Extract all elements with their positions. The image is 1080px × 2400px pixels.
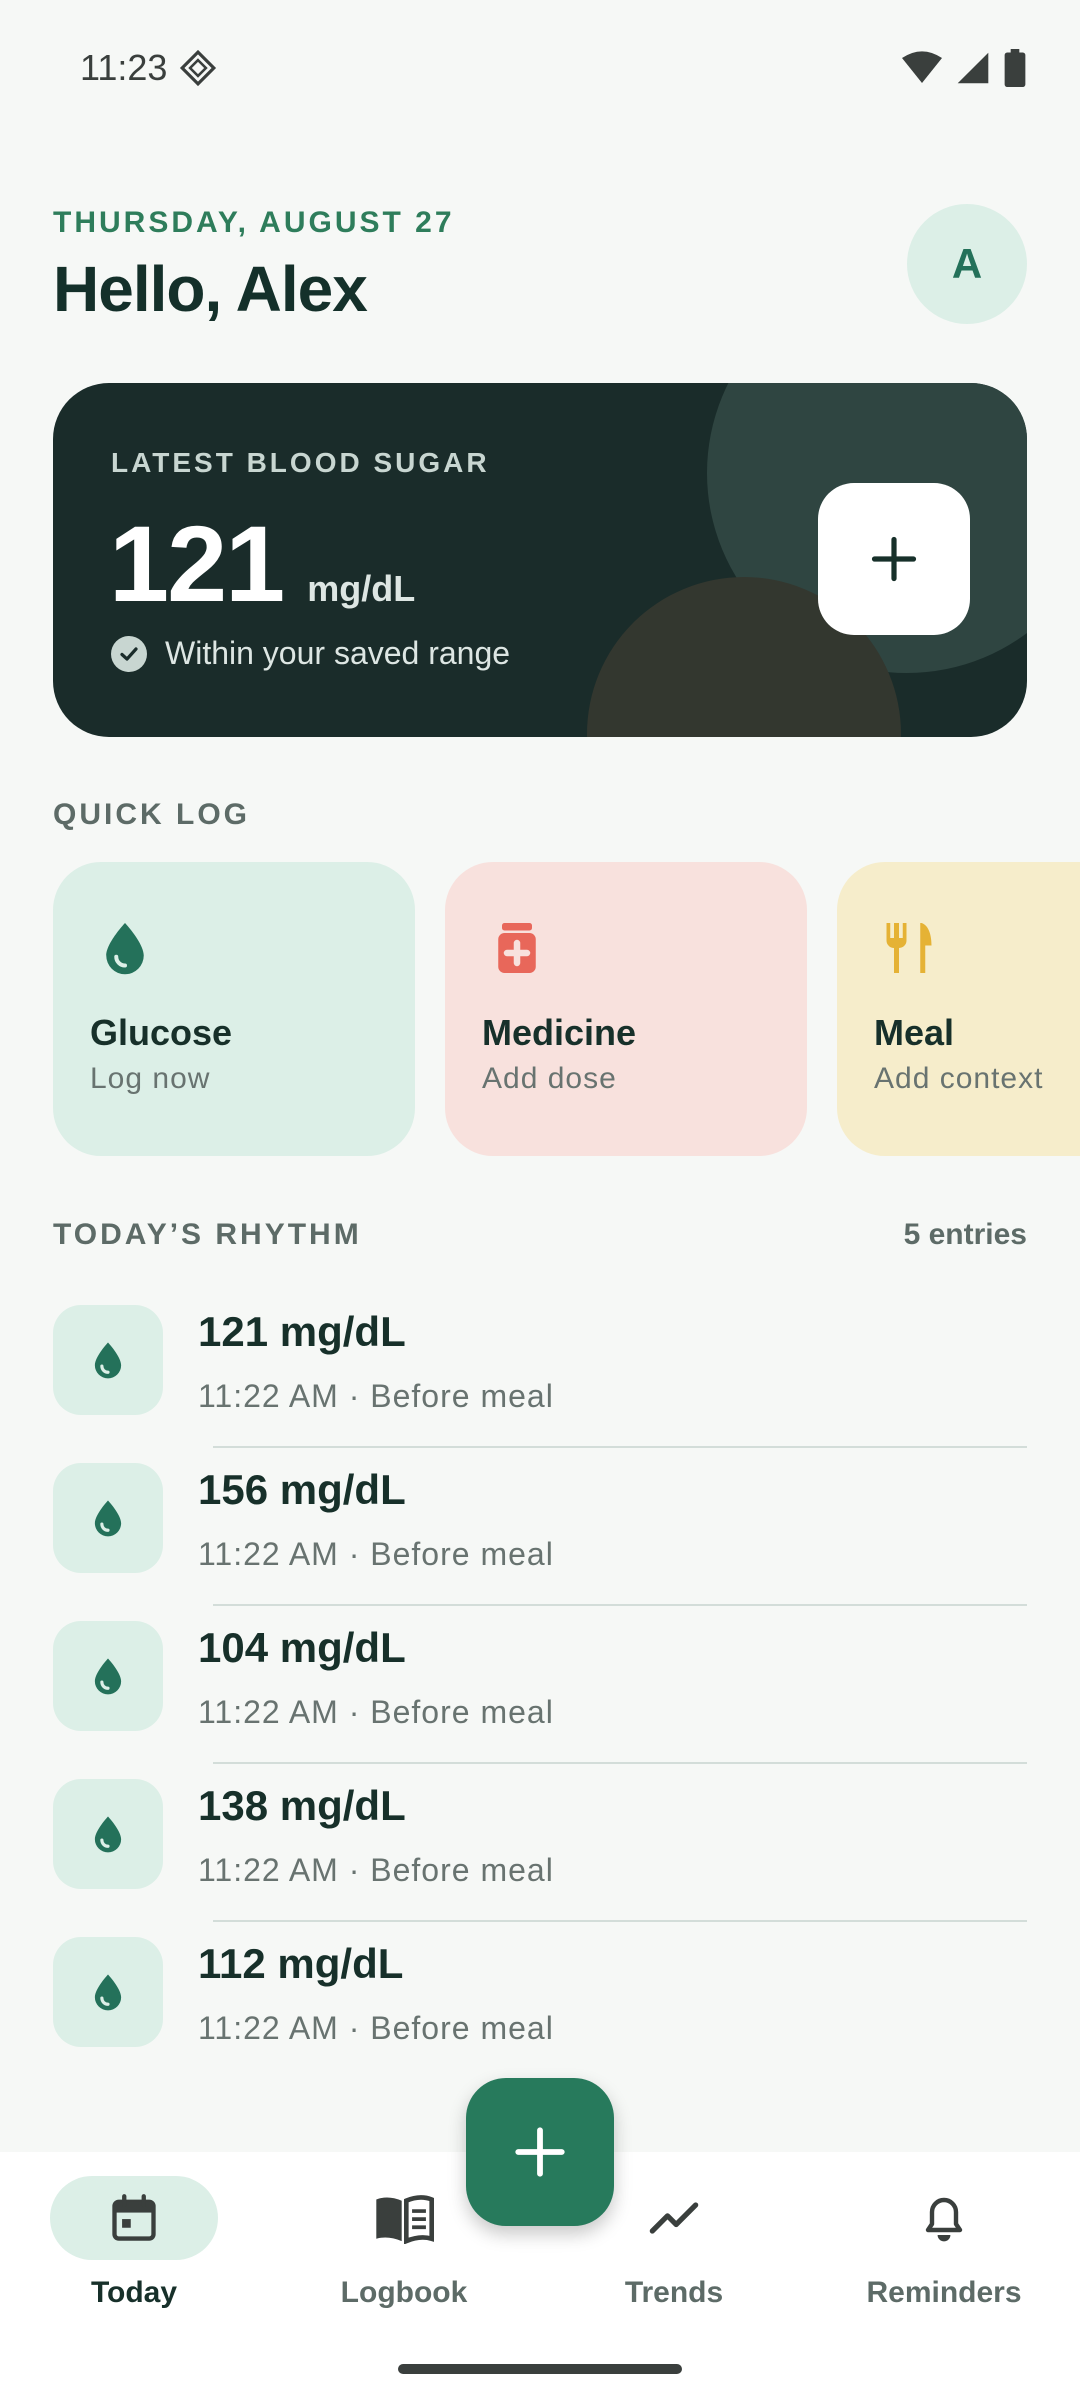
entry-meta: 11:22 AM · Before meal (198, 1694, 554, 1730)
bell-icon (925, 2197, 963, 2242)
drop-icon (94, 1342, 122, 1379)
book-icon (376, 2195, 434, 2244)
wifi-icon (902, 51, 942, 83)
drop-icon-tile (53, 1463, 163, 1573)
entry-value: 104 mg/dL (198, 1624, 406, 1671)
drop-icon-tile (53, 1937, 163, 2047)
list-item[interactable]: 138 mg/dL 11:22 AM · Before meal (53, 1764, 1027, 1922)
entry-meta: 11:22 AM · Before meal (198, 1536, 554, 1572)
home-indicator[interactable] (398, 2364, 682, 2374)
nav-label: Today (90, 2276, 178, 2309)
nav-pill (860, 2176, 1028, 2260)
entry-value: 138 mg/dL (198, 1782, 406, 1829)
medicine-bottle-icon (498, 923, 536, 973)
drop-icon (106, 923, 144, 975)
check-circle-icon (111, 635, 147, 672)
nav-label: Reminders (866, 2276, 1022, 2309)
latest-blood-sugar-card[interactable]: LATEST BLOOD SUGAR 121 mg/dL Within your… (53, 383, 1027, 737)
calendar-icon (112, 2194, 156, 2241)
drop-icon (94, 1658, 122, 1695)
status-bar: 11:23 (0, 0, 1080, 136)
date-label: THURSDAY, AUGUST 27 (53, 206, 455, 239)
entries-count: 5 entries (903, 1218, 1027, 1251)
drop-icon (94, 1816, 122, 1853)
status-time: 11:23 (80, 47, 168, 88)
hero-value-group: 121 mg/dL (109, 501, 415, 626)
avatar[interactable]: A (907, 204, 1027, 324)
add-entry-fab[interactable] (466, 2078, 614, 2226)
hero-unit: mg/dL (307, 568, 416, 609)
trend-line-icon (649, 2202, 699, 2234)
nav-label: Logbook (340, 2276, 468, 2309)
header: THURSDAY, AUGUST 27 Hello, Alex A (53, 200, 1027, 330)
entry-meta: 11:22 AM · Before meal (198, 1852, 554, 1888)
quick-log-glucose-card[interactable]: Glucose Log now (53, 862, 415, 1156)
plus-icon (515, 2127, 565, 2177)
hero-number: 121 (109, 503, 285, 624)
drop-icon-tile (53, 1779, 163, 1889)
quick-log-row[interactable]: Glucose Log now Medicine Add dose Meal A… (53, 862, 1080, 1156)
nav-item-reminders[interactable]: Reminders (844, 2176, 1044, 2326)
quick-log-meal-card[interactable]: Meal Add context (837, 862, 1080, 1156)
quick-card-subtitle: Log now (90, 1062, 211, 1095)
quick-card-title: Glucose (90, 1012, 233, 1053)
todays-rhythm-title: TODAY’S RHYTHM (53, 1218, 362, 1251)
list-item[interactable]: 121 mg/dL 11:22 AM · Before meal (53, 1290, 1027, 1448)
entry-value: 112 mg/dL (198, 1940, 404, 1987)
range-status-text: Within your saved range (165, 635, 511, 671)
entry-meta: 11:22 AM · Before meal (198, 2010, 554, 2046)
status-icons (902, 49, 1026, 87)
status-time-group: 11:23 (80, 47, 217, 89)
quick-card-title: Medicine (482, 1012, 637, 1053)
quick-card-subtitle: Add context (874, 1062, 1044, 1095)
range-status: Within your saved range (111, 635, 510, 672)
nav-pill (320, 2176, 488, 2260)
drop-icon-tile (53, 1621, 163, 1731)
quick-card-title: Meal (874, 1012, 955, 1053)
drop-icon (94, 1500, 122, 1537)
entries-list: 121 mg/dL 11:22 AM · Before meal 156 mg/… (53, 1290, 1027, 2080)
nav-pill-active (50, 2176, 218, 2260)
drop-icon-tile (53, 1305, 163, 1415)
hero-label: LATEST BLOOD SUGAR (111, 447, 490, 478)
list-item[interactable]: 156 mg/dL 11:22 AM · Before meal (53, 1448, 1027, 1606)
plus-icon (871, 536, 917, 582)
entry-value: 156 mg/dL (198, 1466, 406, 1513)
add-reading-button[interactable] (818, 483, 970, 635)
nav-label: Trends (624, 2276, 724, 2309)
list-item[interactable]: 104 mg/dL 11:22 AM · Before meal (53, 1606, 1027, 1764)
quick-log-title: QUICK LOG (53, 798, 250, 831)
nav-pill (590, 2176, 758, 2260)
nav-item-today[interactable]: Today (34, 2176, 234, 2326)
entry-meta: 11:22 AM · Before meal (198, 1378, 554, 1414)
cellular-signal-icon (957, 52, 989, 84)
list-item[interactable]: 112 mg/dL 11:22 AM · Before meal (53, 1922, 1027, 2080)
notification-app-icon (180, 49, 217, 87)
drop-icon (94, 1974, 122, 2011)
entry-value: 121 mg/dL (198, 1308, 406, 1355)
quick-log-medicine-card[interactable]: Medicine Add dose (445, 862, 807, 1156)
fork-knife-icon (886, 923, 932, 973)
greeting-title: Hello, Alex (53, 253, 368, 325)
quick-card-subtitle: Add dose (482, 1062, 617, 1095)
battery-icon (1004, 49, 1026, 87)
